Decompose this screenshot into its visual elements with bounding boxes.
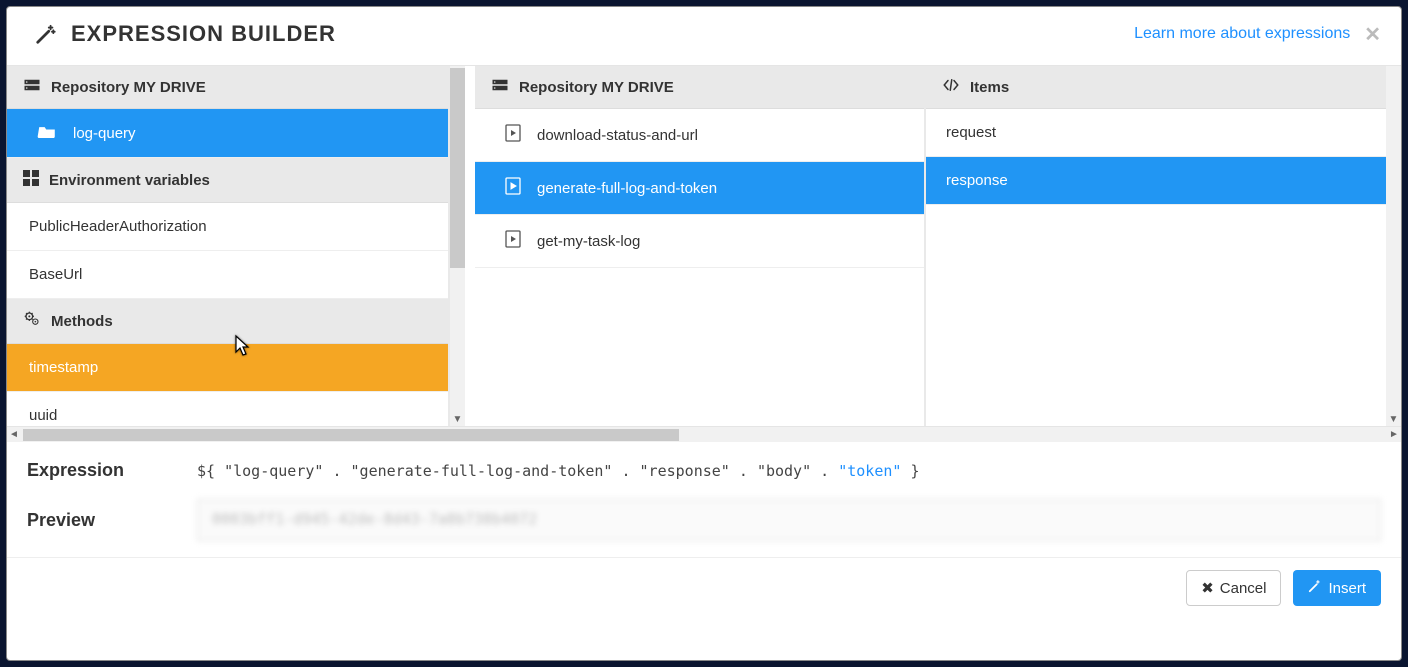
expression-row: Expression ${ "log-query" . "generate-fu… [7, 442, 1401, 491]
right-header: Items [926, 66, 1386, 109]
horizontal-scrollbar[interactable]: ◄ ► [7, 426, 1401, 442]
drive-icon [491, 78, 509, 96]
mid-item-label: get-my-task-log [537, 233, 640, 250]
right-scrollbar[interactable]: ▼ [1386, 66, 1401, 426]
method-item-uuid[interactable]: uuid [7, 392, 448, 426]
wand-icon [35, 23, 57, 45]
mid-header-label: Repository MY DRIVE [519, 79, 674, 96]
insert-button[interactable]: Insert [1293, 570, 1381, 606]
section-env-label: Environment variables [49, 172, 210, 189]
env-item-publicheaderauth[interactable]: PublicHeaderAuthorization [7, 203, 448, 251]
method-item-label: uuid [29, 407, 57, 424]
gear-icon [23, 311, 41, 331]
mid-item-get-my-task-log[interactable]: get-my-task-log [475, 215, 924, 268]
modal-header: EXPRESSION BUILDER Learn more about expr… [7, 7, 1401, 66]
section-repository: Repository MY DRIVE [7, 66, 448, 109]
insert-button-label: Insert [1328, 580, 1366, 597]
items-request[interactable]: request [926, 109, 1386, 157]
left-scrollbar[interactable]: ▼ [450, 66, 465, 426]
x-icon: ✖ [1201, 579, 1214, 597]
modal-footer: ✖ Cancel Insert [7, 557, 1401, 618]
section-repository-label: Repository MY DRIVE [51, 79, 206, 96]
right-column: Items request response [926, 66, 1386, 426]
preview-value: 0003bff1-d945-42de-8d43-7a8b738b4072 [197, 499, 1381, 541]
close-icon[interactable]: ✕ [1364, 22, 1381, 47]
method-item-timestamp[interactable]: timestamp [7, 344, 448, 392]
learn-more-link[interactable]: Learn more about expressions [1134, 25, 1350, 43]
preview-row: Preview 0003bff1-d945-42de-8d43-7a8b738b… [7, 491, 1401, 557]
env-item-label: BaseUrl [29, 266, 82, 283]
expression-builder-modal: EXPRESSION BUILDER Learn more about expr… [6, 6, 1402, 661]
grid-icon [23, 170, 39, 190]
env-item-label: PublicHeaderAuthorization [29, 218, 207, 235]
drive-icon [23, 78, 41, 96]
browser-area: Repository MY DRIVE log-query Environmen… [7, 66, 1401, 660]
mid-item-generate-token[interactable]: generate-full-log-and-token [475, 162, 924, 215]
right-header-label: Items [970, 79, 1009, 96]
code-icon [942, 78, 960, 96]
expression-code: ${ "log-query" . "generate-full-log-and-… [197, 462, 920, 480]
file-play-icon [505, 177, 521, 199]
file-play-icon [505, 124, 521, 146]
section-env: Environment variables [7, 158, 448, 203]
wand-small-icon [1308, 579, 1322, 597]
mid-item-download-status[interactable]: download-status-and-url [475, 109, 924, 162]
expression-label: Expression [27, 460, 157, 481]
cancel-button-label: Cancel [1220, 580, 1267, 597]
repo-item-label: log-query [73, 125, 136, 142]
items-label: response [946, 172, 1008, 189]
section-methods: Methods [7, 299, 448, 344]
file-play-icon [505, 230, 521, 252]
items-label: request [946, 124, 996, 141]
columns: Repository MY DRIVE log-query Environmen… [7, 66, 1401, 426]
mid-item-label: download-status-and-url [537, 127, 698, 144]
middle-column: Repository MY DRIVE download-status-and-… [475, 66, 926, 426]
cancel-button[interactable]: ✖ Cancel [1186, 570, 1281, 606]
modal-title: EXPRESSION BUILDER [71, 21, 336, 47]
items-response[interactable]: response [926, 157, 1386, 205]
preview-label: Preview [27, 510, 157, 531]
mid-header: Repository MY DRIVE [475, 66, 924, 109]
section-methods-label: Methods [51, 313, 113, 330]
folder-icon [37, 124, 57, 142]
repo-item-log-query[interactable]: log-query [7, 109, 448, 158]
left-column: Repository MY DRIVE log-query Environmen… [7, 66, 450, 426]
mid-item-label: generate-full-log-and-token [537, 180, 717, 197]
method-item-label: timestamp [29, 359, 98, 376]
env-item-baseurl[interactable]: BaseUrl [7, 251, 448, 299]
